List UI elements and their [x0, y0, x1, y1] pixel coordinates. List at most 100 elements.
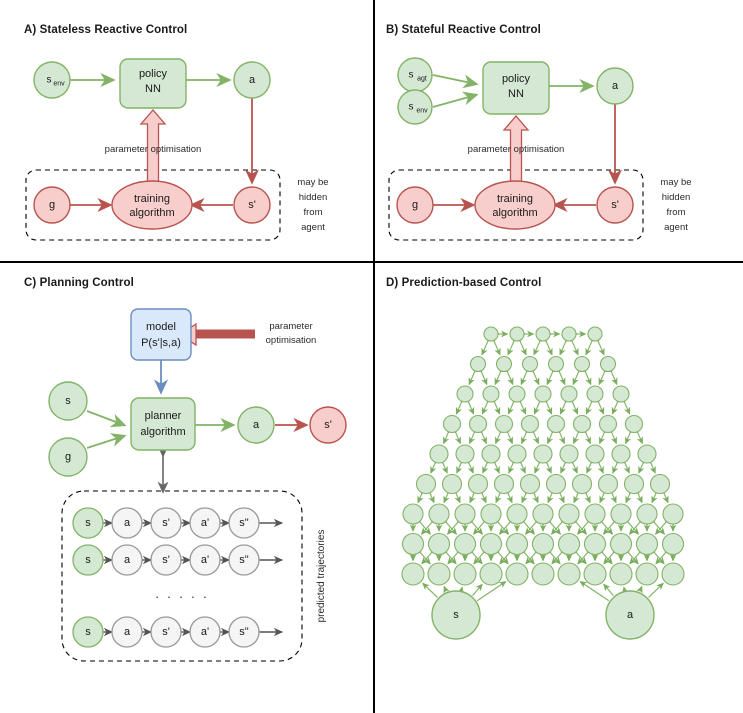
edge-goal-to-planner-c: [86, 433, 127, 449]
hidden-note-line3-a: from: [304, 207, 323, 218]
lattice-edge: [632, 486, 643, 504]
lattice-node: [428, 503, 450, 525]
node-next-state-b: [596, 186, 634, 224]
lattice-node: [456, 385, 474, 403]
panel-a-title: A) Stateless Reactive Control: [24, 24, 188, 36]
lattice-edge: [579, 365, 592, 386]
node-s-env-a: [33, 61, 71, 99]
trajectory-node: [189, 507, 221, 539]
hidden-group-box-a: [25, 169, 281, 241]
lattice-edge: [599, 425, 610, 445]
lattice-edge: [456, 456, 467, 474]
edge-state-to-planner-c: [86, 410, 127, 428]
lattice-node: [483, 326, 499, 342]
lattice-edge: [533, 395, 545, 415]
panel-d-group: s a: [401, 326, 685, 640]
lattice-edge: [465, 515, 484, 535]
lattice-edge: [580, 486, 591, 504]
lattice-edge: [476, 486, 487, 504]
lattice-node: [505, 562, 529, 586]
trajectory-rows-c: s a s' a' s" s a s' a' s" s a s' a' s": [72, 507, 284, 648]
lattice-node: [635, 532, 659, 556]
lattice-edge: [573, 425, 584, 445]
node-s-env-label-a: s: [47, 75, 52, 86]
trajectory-node-label: s': [162, 554, 170, 566]
hidden-note-line2-b: hidden: [662, 192, 691, 203]
lattice-node: [637, 444, 657, 464]
trajectory-node-label: s": [239, 626, 249, 638]
hidden-note-line4-b: agent: [664, 222, 688, 233]
lattice-edge: [440, 546, 457, 565]
lattice-node: [573, 355, 591, 373]
lattice-edge: [621, 515, 640, 535]
lattice-node: [507, 444, 527, 464]
lattice-edge: [468, 365, 481, 386]
lattice-node: [546, 414, 566, 434]
lattice-edge: [507, 395, 519, 415]
lattice-node: [469, 355, 487, 373]
lattice-edge: [499, 546, 516, 565]
edge-sagt-to-policy-b: [432, 74, 479, 89]
lattice-edge: [645, 456, 656, 474]
lattice-edge: [596, 546, 613, 565]
lattice-edge: [488, 334, 501, 356]
lattice-edge: [541, 456, 552, 474]
lattice-edge: [619, 456, 630, 474]
lattice-edge: [603, 546, 620, 565]
training-algorithm-ellipse-b: [474, 180, 556, 230]
lattice-edge: [473, 546, 490, 565]
lattice-edge: [566, 334, 579, 356]
vertical-divider: [373, 0, 375, 713]
lattice-node: [533, 444, 553, 464]
lattice-node: [661, 562, 685, 586]
lattice-edge: [492, 546, 509, 565]
lattice-node: [597, 473, 619, 495]
lattice-edges-d: [409, 330, 677, 602]
lattice-node: [479, 562, 503, 586]
node-state-label-c: s: [65, 395, 71, 407]
node-goal-label-a: g: [49, 199, 55, 211]
lattice-edge: [592, 334, 605, 356]
node-goal-label-c: g: [65, 451, 71, 463]
lattice-edge: [528, 486, 539, 504]
node-s-agt-label-b: s: [409, 70, 414, 81]
lattice-edge: [413, 515, 432, 535]
lattice-edge: [554, 486, 565, 504]
lattice-edge: [569, 515, 588, 535]
lattice-edge: [603, 583, 614, 596]
lattice-edge: [612, 456, 623, 474]
lattice-node: [493, 473, 515, 495]
trajectory-node-label: a: [124, 626, 131, 638]
lattice-edge: [655, 546, 672, 565]
node-state-d: [431, 590, 481, 640]
lattice-edge: [498, 515, 517, 535]
policy-nn-label-line2-b: NN: [508, 88, 524, 100]
lattice-node: [557, 532, 581, 556]
lattice-edge: [439, 515, 458, 535]
lattice-edge: [593, 456, 604, 474]
trajectory-node-label: a': [201, 554, 209, 566]
lattice-edge: [463, 456, 474, 474]
lattice-node: [481, 444, 501, 464]
lattice-edge: [502, 486, 513, 504]
lattice-edge: [598, 365, 611, 386]
lattice-edge: [559, 334, 572, 356]
node-action-a: [233, 61, 271, 99]
lattice-edge: [632, 425, 643, 445]
lattice-node: [521, 355, 539, 373]
lattice-node: [584, 503, 606, 525]
lattice-edge: [443, 585, 450, 594]
panel-c-group: parameter optimisation model P(s'|s,a) p…: [48, 308, 347, 662]
lattice-edge: [447, 546, 464, 565]
lattice-edge: [541, 395, 553, 415]
lattice-edge: [572, 365, 585, 386]
lattice-node: [623, 473, 645, 495]
node-s-agt-subscript-b: agt: [417, 76, 427, 83]
lattice-edge: [508, 456, 519, 474]
node-next-state-c: [309, 406, 347, 444]
lattice-edge: [547, 425, 558, 445]
lattice-edge: [567, 395, 579, 415]
panel-b-title: B) Stateful Reactive Control: [386, 24, 541, 36]
lattice-edge: [595, 515, 614, 535]
trajectory-node: [228, 507, 260, 539]
